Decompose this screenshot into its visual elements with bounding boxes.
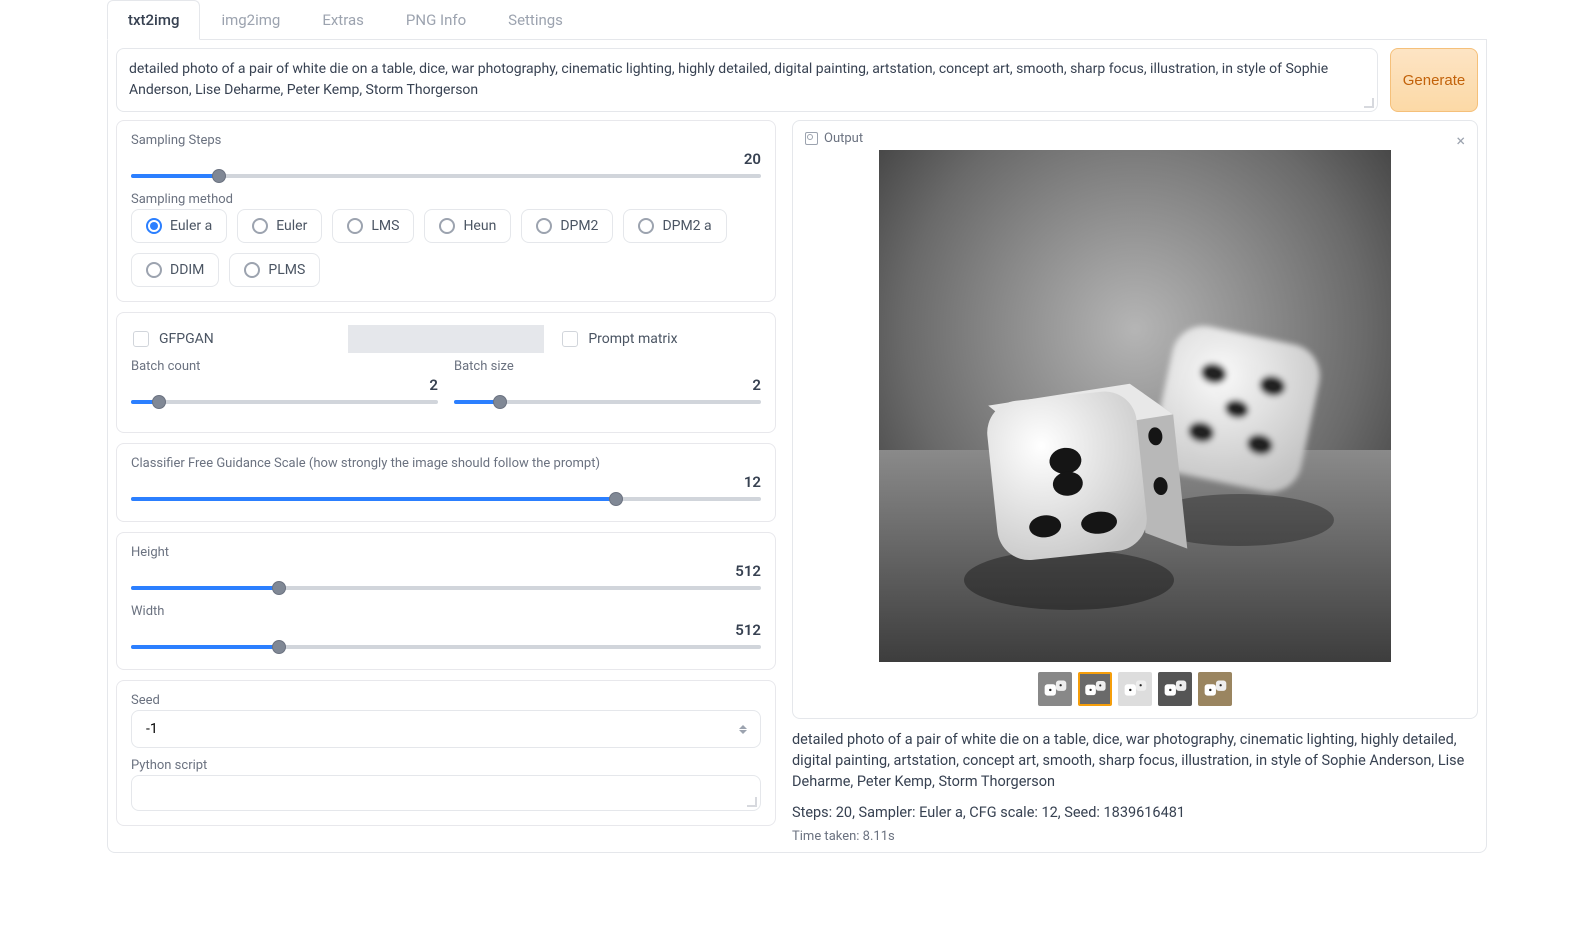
radio-icon xyxy=(146,218,162,234)
width-value: 512 xyxy=(131,621,761,639)
radio-icon xyxy=(439,218,455,234)
sampler-option-label: Euler a xyxy=(170,218,212,234)
radio-icon xyxy=(347,218,363,234)
sampling-steps-value: 20 xyxy=(131,150,761,168)
sampler-option-label: DPM2 a xyxy=(662,218,711,234)
batch-count-label: Batch count xyxy=(131,359,438,374)
tab-txt2img[interactable]: txt2img xyxy=(107,0,200,40)
python-script-label: Python script xyxy=(131,758,761,773)
generate-button[interactable]: Generate xyxy=(1390,48,1478,112)
output-thumbnail[interactable] xyxy=(1118,672,1152,706)
sampler-option-label: DPM2 xyxy=(560,218,598,234)
sampler-option-ddim[interactable]: DDIM xyxy=(131,253,219,287)
output-thumbnail[interactable] xyxy=(1038,672,1072,706)
cfg-slider[interactable] xyxy=(131,491,761,507)
prompt-matrix-label: Prompt matrix xyxy=(588,331,677,347)
sampling-method-group: Euler a Euler LMS Heun DPM2 DPM2 a DDIM PLMS xyxy=(131,209,761,287)
output-time-taken: Time taken: 8.11s xyxy=(792,829,1478,844)
seed-label: Seed xyxy=(131,693,761,708)
batch-size-value: 2 xyxy=(454,376,761,394)
seed-input[interactable] xyxy=(131,710,761,748)
radio-icon xyxy=(146,262,162,278)
tab-png-info[interactable]: PNG Info xyxy=(385,0,487,40)
checkbox-icon xyxy=(562,331,578,347)
output-label: Output xyxy=(824,131,863,146)
sampler-option-label: DDIM xyxy=(170,262,204,278)
sampler-option-dpm2[interactable]: DPM2 xyxy=(521,209,613,243)
gfpgan-label: GFPGAN xyxy=(159,331,214,347)
sampler-option-plms[interactable]: PLMS xyxy=(229,253,320,287)
output-thumbnail[interactable] xyxy=(1198,672,1232,706)
output-thumbnails xyxy=(799,662,1471,712)
sampler-option-heun[interactable]: Heun xyxy=(424,209,511,243)
radio-icon xyxy=(252,218,268,234)
height-slider[interactable] xyxy=(131,580,761,596)
checkbox-icon xyxy=(133,331,149,347)
prompt-matrix-checkbox[interactable]: Prompt matrix xyxy=(560,325,761,353)
sampler-option-label: Heun xyxy=(463,218,496,234)
prompt-input[interactable]: detailed photo of a pair of white die on… xyxy=(116,48,1378,112)
height-label: Height xyxy=(131,545,761,560)
sampler-option-euler[interactable]: Euler xyxy=(237,209,322,243)
output-thumbnail[interactable] xyxy=(1158,672,1192,706)
gfpgan-checkbox[interactable]: GFPGAN xyxy=(131,325,332,353)
sampler-option-label: PLMS xyxy=(268,262,305,278)
image-icon xyxy=(805,132,818,145)
sampling-steps-slider[interactable] xyxy=(131,168,761,184)
tab-extras[interactable]: Extras xyxy=(301,0,385,40)
output-meta-prompt: detailed photo of a pair of white die on… xyxy=(792,729,1478,792)
sampler-option-label: LMS xyxy=(371,218,399,234)
batch-count-value: 2 xyxy=(131,376,438,394)
height-value: 512 xyxy=(131,562,761,580)
sampler-option-lms[interactable]: LMS xyxy=(332,209,414,243)
sampling-steps-label: Sampling Steps xyxy=(131,133,761,148)
tabs: txt2img img2img Extras PNG Info Settings xyxy=(107,0,1487,40)
sampler-option-dpm2-a[interactable]: DPM2 a xyxy=(623,209,726,243)
close-icon[interactable]: × xyxy=(1456,131,1465,150)
cfg-label: Classifier Free Guidance Scale (how stro… xyxy=(131,456,761,471)
width-label: Width xyxy=(131,604,761,619)
radio-icon xyxy=(244,262,260,278)
batch-count-slider[interactable] xyxy=(131,394,438,410)
batch-size-slider[interactable] xyxy=(454,394,761,410)
batch-size-label: Batch size xyxy=(454,359,761,374)
sampling-method-label: Sampling method xyxy=(131,192,761,207)
radio-icon xyxy=(536,218,552,234)
seed-stepper[interactable] xyxy=(739,720,753,738)
sampler-option-label: Euler xyxy=(276,218,307,234)
python-script-input[interactable] xyxy=(131,775,761,811)
tab-img2img[interactable]: img2img xyxy=(200,0,301,40)
cfg-value: 12 xyxy=(131,473,761,491)
chevron-up-icon xyxy=(739,725,747,729)
sampler-option-euler-a[interactable]: Euler a xyxy=(131,209,227,243)
width-slider[interactable] xyxy=(131,639,761,655)
tab-settings[interactable]: Settings xyxy=(487,0,584,40)
radio-icon xyxy=(638,218,654,234)
output-thumbnail[interactable] xyxy=(1078,672,1112,706)
chevron-down-icon xyxy=(739,730,747,734)
output-image[interactable] xyxy=(879,150,1391,662)
output-meta-params: Steps: 20, Sampler: Euler a, CFG scale: … xyxy=(792,802,1478,823)
